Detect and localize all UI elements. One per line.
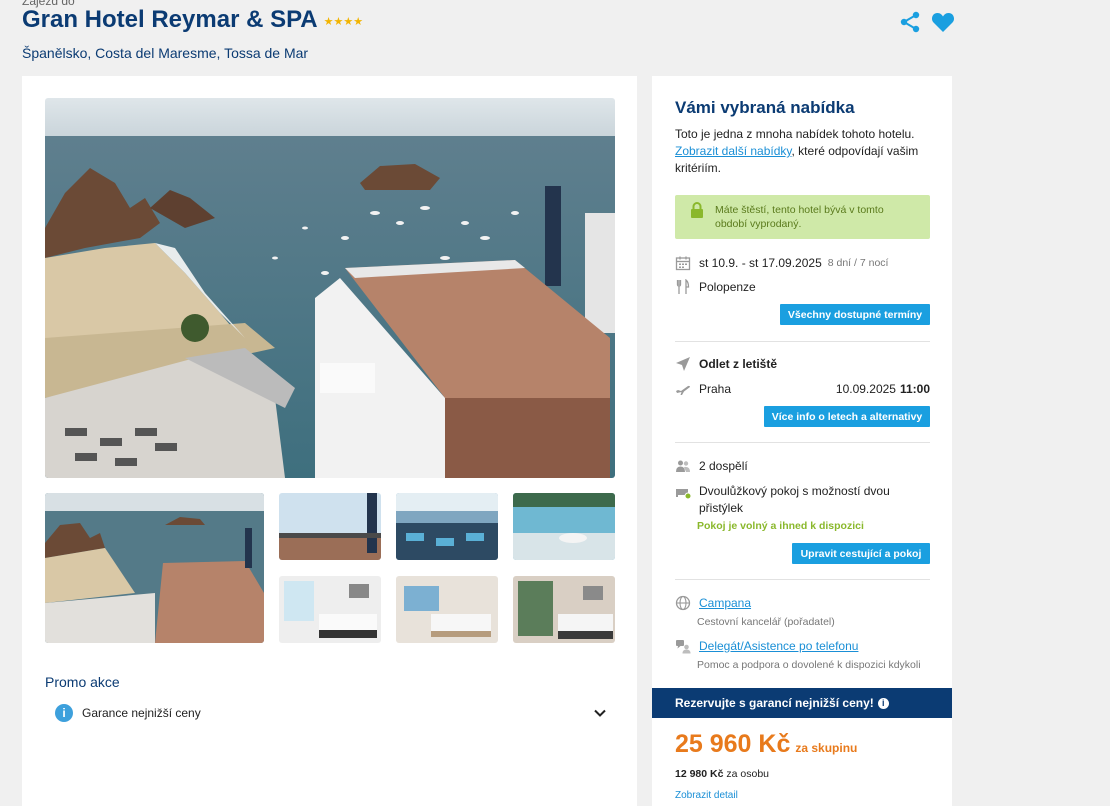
- thumbnail[interactable]: [513, 576, 615, 643]
- departure-title-row: Odlet z letiště: [675, 356, 777, 372]
- page-title: Gran Hotel Reymar & SPA: [22, 6, 318, 33]
- price-block: 25 960 Kč za skupinu: [675, 730, 857, 759]
- agency-link[interactable]: Campana: [699, 596, 751, 610]
- globe-icon: [675, 595, 691, 611]
- divider: [675, 341, 930, 342]
- dates-row: st 10.9. - st 17.09.2025 8 dní / 7 nocí: [675, 255, 888, 271]
- trip-duration: 8 dní / 7 nocí: [827, 257, 889, 269]
- travelers-count: 2 dospělí: [699, 459, 748, 473]
- thumbnail[interactable]: [396, 576, 498, 643]
- thumbnail[interactable]: [279, 493, 381, 560]
- lock-icon: [691, 202, 703, 218]
- travelers-row: 2 dospělí: [675, 458, 748, 474]
- flights-info-button[interactable]: Více info o letech a alternativy: [764, 406, 930, 427]
- takeoff-icon: [676, 385, 690, 395]
- star-rating: ★★★★: [323, 15, 364, 28]
- board-type: Polopenze: [699, 280, 756, 294]
- main-photo[interactable]: [45, 98, 615, 478]
- promo-title: Promo akce: [45, 674, 120, 690]
- room-row: Dvoulůžkový pokoj s možností dvou přistý…: [675, 483, 919, 517]
- departure-city: Praha: [699, 382, 732, 396]
- support-icon: [676, 640, 691, 654]
- edit-travelers-button[interactable]: Upravit cestující a pokoj: [792, 543, 930, 564]
- divider: [675, 442, 930, 443]
- offer-panel: Vámi vybraná nabídka Toto je jedna z mno…: [652, 76, 952, 806]
- info-icon[interactable]: i: [877, 697, 889, 709]
- calendar-icon: [675, 256, 691, 271]
- offer-title: Vámi vybraná nabídka: [675, 98, 855, 117]
- per-person-amount: 12 980 Kč: [675, 768, 724, 780]
- plane-icon: [676, 357, 690, 371]
- hotel-location: Španělsko, Costa del Maresme, Tossa de M…: [22, 45, 309, 61]
- heart-icon[interactable]: [931, 11, 955, 33]
- price-unit: za skupinu: [795, 741, 858, 755]
- agency-row: Campana: [675, 595, 751, 611]
- room-status: Pokoj je volný a ihned k dispozici: [697, 520, 864, 532]
- offer-intro: Toto je jedna z mnoha nabídek tohoto hot…: [675, 126, 925, 177]
- bed-icon: [676, 489, 691, 499]
- title-row: Gran Hotel Reymar & SPA ★★★★: [22, 6, 363, 34]
- thumbnail[interactable]: [396, 493, 498, 560]
- room-type: Dvoulůžkový pokoj s možností dvou přistý…: [699, 484, 890, 515]
- availability-notice: Máte štěstí, tento hotel bývá v tomto ob…: [675, 195, 930, 239]
- delegate-subtitle: Pomoc a podpora o dovolené k dispozici k…: [697, 659, 921, 671]
- guarantee-text: Rezervujte s garancí nejnižší ceny!: [675, 696, 874, 710]
- total-price: 25 960 Kč: [675, 730, 791, 758]
- departure-date: 10.09.2025: [835, 382, 896, 396]
- divider: [675, 579, 930, 580]
- share-icon[interactable]: [898, 10, 922, 34]
- thumbnail[interactable]: [45, 493, 264, 643]
- thumbnail[interactable]: [279, 576, 381, 643]
- guarantee-bar: Rezervujte s garancí nejnižší ceny! i: [652, 688, 952, 718]
- thumbnail[interactable]: [513, 493, 615, 560]
- board-row: Polopenze: [675, 279, 756, 295]
- departure-time: 11:00: [899, 382, 930, 396]
- per-person-price: 12 980 Kč za osobu: [675, 768, 769, 780]
- all-dates-button[interactable]: Všechny dostupné termíny: [780, 304, 930, 325]
- travel-dates: st 10.9. - st 17.09.2025: [699, 256, 822, 270]
- per-person-label: za osobu: [726, 768, 770, 780]
- promo-item-label: Garance nejnižší ceny: [82, 706, 201, 720]
- offer-intro-text: Toto je jedna z mnoha nabídek tohoto hot…: [675, 127, 915, 141]
- availability-text: Máte štěstí, tento hotel bývá v tomto ob…: [715, 204, 884, 230]
- cutlery-icon: [676, 279, 690, 294]
- chevron-down-icon[interactable]: [592, 705, 608, 721]
- people-icon: [676, 460, 690, 472]
- more-offers-link[interactable]: Zobrazit další nabídky: [675, 144, 792, 158]
- delegate-row: Delegát/Asistence po telefonu: [675, 638, 858, 654]
- agency-subtitle: Cestovní kancelář (pořadatel): [697, 616, 835, 628]
- departure-row: Praha 10.09.2025 11:00: [675, 381, 930, 397]
- promo-lowest-price-row[interactable]: i Garance nejnižší ceny: [55, 702, 608, 724]
- delegate-link[interactable]: Delegát/Asistence po telefonu: [699, 639, 858, 653]
- gallery-panel: Promo akce i Garance nejnižší ceny: [22, 76, 637, 806]
- departure-title: Odlet z letiště: [699, 357, 778, 371]
- info-icon: i: [55, 704, 73, 722]
- detail-link-cut[interactable]: Zobrazit detail: [675, 790, 738, 801]
